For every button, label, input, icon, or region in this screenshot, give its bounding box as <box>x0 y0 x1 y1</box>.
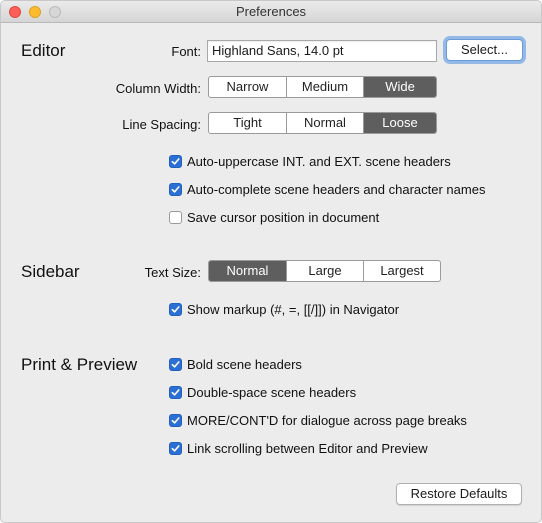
column-width-label: Column Width: <box>115 81 201 96</box>
text-size-segmented-control: Normal Large Largest <box>208 260 441 282</box>
checkbox-checked-icon[interactable] <box>169 302 182 316</box>
text-size-large[interactable]: Large <box>287 261 364 281</box>
print-preview-section-title: Print & Preview <box>21 355 138 374</box>
text-size-normal[interactable]: Normal <box>209 261 287 281</box>
checkbox-more-contd[interactable]: MORE/CONT'D for dialogue across page bre… <box>169 411 467 429</box>
checkbox-checked-icon[interactable] <box>169 385 182 399</box>
editor-section-title: Editor <box>21 41 66 60</box>
checkbox-label: Auto-uppercase INT. and EXT. scene heade… <box>187 153 451 169</box>
preferences-window: Preferences Editor Font: Highland Sans, … <box>0 0 542 523</box>
window-title: Preferences <box>235 4 307 19</box>
column-width-wide[interactable]: Wide <box>364 77 436 97</box>
checkbox-link-scrolling[interactable]: Link scrolling between Editor and Previe… <box>169 439 428 457</box>
column-width-narrow[interactable]: Narrow <box>209 77 287 97</box>
checkbox-auto-uppercase[interactable]: Auto-uppercase INT. and EXT. scene heade… <box>169 152 451 170</box>
checkbox-show-markup[interactable]: Show markup (#, =, [[/]]) in Navigator <box>169 300 399 318</box>
checkbox-checked-icon[interactable] <box>169 441 182 455</box>
checkbox-checked-icon[interactable] <box>169 182 182 196</box>
sidebar-section-title: Sidebar <box>21 262 80 281</box>
checkbox-label: Auto-complete scene headers and characte… <box>187 181 486 197</box>
line-spacing-label: Line Spacing: <box>122 117 201 132</box>
column-width-segmented-control: Narrow Medium Wide <box>208 76 437 98</box>
font-label: Font: <box>171 44 201 59</box>
title-bar: Preferences <box>1 1 541 23</box>
restore-defaults-button[interactable]: Restore Defaults <box>396 483 522 505</box>
checkbox-save-cursor[interactable]: Save cursor position in document <box>169 208 379 226</box>
checkbox-double-space[interactable]: Double-space scene headers <box>169 383 356 401</box>
column-width-medium[interactable]: Medium <box>287 77 364 97</box>
checkbox-label: Link scrolling between Editor and Previe… <box>187 440 428 456</box>
text-size-label: Text Size: <box>144 265 201 280</box>
line-spacing-tight[interactable]: Tight <box>209 113 287 133</box>
checkbox-label: Double-space scene headers <box>187 384 357 400</box>
checkbox-unchecked-icon[interactable] <box>169 210 182 224</box>
line-spacing-segmented-control: Tight Normal Loose <box>208 112 437 134</box>
line-spacing-loose[interactable]: Loose <box>364 113 436 133</box>
font-field[interactable]: Highland Sans, 14.0 pt <box>207 40 437 62</box>
checkbox-checked-icon[interactable] <box>169 413 182 427</box>
checkbox-checked-icon[interactable] <box>169 357 182 371</box>
checkbox-label: MORE/CONT'D for dialogue across page bre… <box>187 412 467 428</box>
select-font-button[interactable]: Select... <box>446 39 523 61</box>
checkbox-label: Bold scene headers <box>187 356 302 372</box>
checkbox-checked-icon[interactable] <box>169 154 182 168</box>
checkbox-label: Show markup (#, =, [[/]]) in Navigator <box>187 301 400 317</box>
checkbox-auto-complete[interactable]: Auto-complete scene headers and characte… <box>169 180 485 198</box>
checkbox-bold-scene-headers[interactable]: Bold scene headers <box>169 355 302 373</box>
line-spacing-normal[interactable]: Normal <box>287 113 364 133</box>
text-size-largest[interactable]: Largest <box>364 261 440 281</box>
checkbox-label: Save cursor position in document <box>187 209 380 225</box>
